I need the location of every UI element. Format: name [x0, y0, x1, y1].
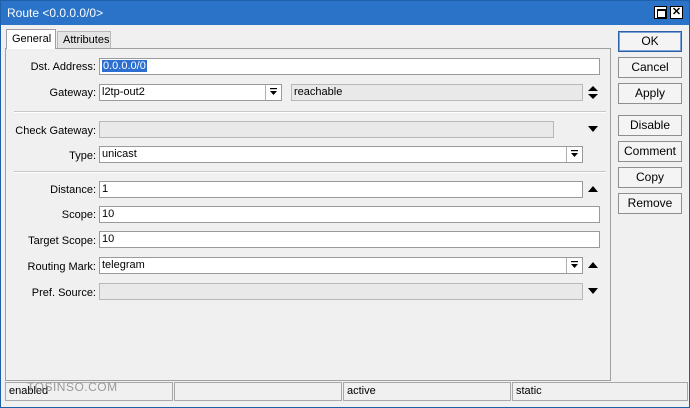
status-middle: [174, 382, 342, 401]
type-value: unicast: [102, 148, 137, 160]
status-static: static: [512, 382, 688, 401]
route-window: Route <0.0.0.0/0> ✕ General Attributes D…: [0, 0, 690, 408]
title-bar[interactable]: Route <0.0.0.0/0> ✕: [1, 1, 689, 25]
routing-mark-value: telegram: [102, 259, 145, 271]
dropdown-arrow-icon[interactable]: [566, 147, 582, 162]
type-select[interactable]: unicast: [99, 146, 583, 163]
dropdown-arrow-icon[interactable]: [265, 85, 281, 100]
dst-address-value: 0.0.0.0/0: [102, 60, 147, 72]
gateway-value: l2tp-out2: [102, 86, 145, 98]
separator: [14, 171, 606, 173]
apply-button[interactable]: Apply: [618, 83, 682, 104]
window-title: Route <0.0.0.0/0>: [7, 6, 104, 20]
distance-input[interactable]: 1: [99, 181, 583, 198]
maximize-icon[interactable]: [654, 6, 667, 19]
watermark: TOSINSO.COM: [27, 380, 118, 394]
target-scope-value: 10: [102, 233, 115, 245]
distance-value: 1: [102, 183, 109, 195]
comment-button[interactable]: Comment: [618, 141, 682, 162]
close-icon[interactable]: ✕: [670, 6, 683, 19]
dst-address-label: Dst. Address:: [30, 61, 96, 73]
dropdown-arrow-icon[interactable]: [566, 258, 582, 273]
triangle-up-icon[interactable]: [587, 260, 599, 273]
type-label: Type:: [69, 150, 96, 162]
routing-mark-label: Routing Mark:: [27, 261, 96, 273]
scope-value: 10: [102, 208, 115, 220]
general-panel: Dst. Address: 0.0.0.0/0 Gateway: l2tp-ou…: [5, 48, 611, 381]
gateway-input[interactable]: l2tp-out2: [99, 84, 282, 101]
triangle-down-icon[interactable]: [587, 124, 599, 137]
routing-mark-select[interactable]: telegram: [99, 257, 583, 274]
scope-input[interactable]: 10: [99, 206, 600, 223]
ok-button[interactable]: OK: [618, 31, 682, 52]
up-down-icon[interactable]: [587, 85, 599, 103]
pref-source-input[interactable]: [99, 283, 583, 300]
gateway-state-value: reachable: [294, 86, 343, 98]
triangle-down-icon[interactable]: [587, 286, 599, 299]
target-scope-input[interactable]: 10: [99, 231, 600, 248]
tab-general[interactable]: General: [6, 29, 56, 49]
target-scope-label: Target Scope:: [28, 235, 96, 247]
tab-attributes[interactable]: Attributes: [57, 31, 111, 48]
dst-address-input[interactable]: 0.0.0.0/0: [99, 58, 600, 75]
check-gateway-label: Check Gateway:: [15, 125, 96, 137]
gateway-label: Gateway:: [49, 87, 96, 99]
copy-button[interactable]: Copy: [618, 167, 682, 188]
pref-source-label: Pref. Source:: [31, 287, 96, 299]
remove-button[interactable]: Remove: [618, 193, 682, 214]
status-active: active: [343, 382, 511, 401]
scope-label: Scope:: [61, 209, 96, 221]
disable-button[interactable]: Disable: [618, 115, 682, 136]
gateway-state-field: reachable: [291, 84, 583, 101]
check-gateway-input[interactable]: [99, 121, 554, 138]
cancel-button[interactable]: Cancel: [618, 57, 682, 78]
triangle-up-icon[interactable]: [587, 184, 599, 197]
distance-label: Distance:: [50, 184, 96, 196]
separator: [14, 111, 606, 113]
